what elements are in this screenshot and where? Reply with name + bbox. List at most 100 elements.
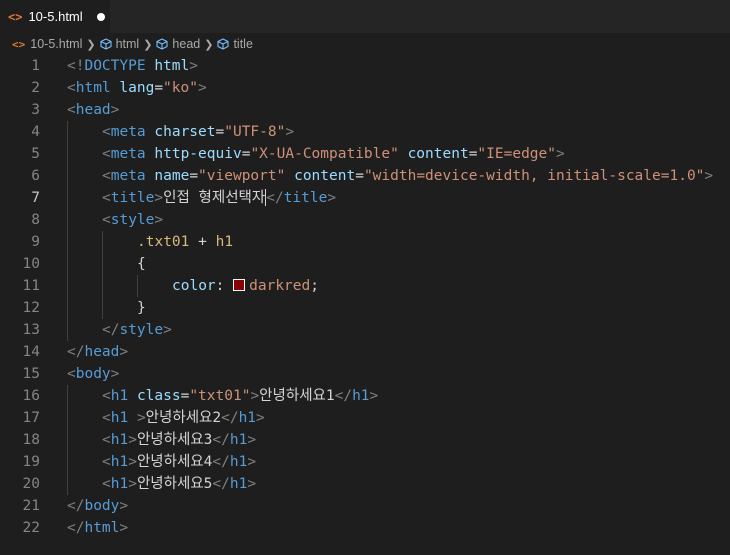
code-token: style [110,212,155,228]
indent-guide [137,275,138,297]
breadcrumb-label: html [115,37,140,51]
code-token: h1 [229,476,248,492]
code-token: > [154,212,164,228]
code-line[interactable]: 21 </body> [0,495,730,517]
code-token: 안녕하세요2 [145,410,222,426]
indent-guide [67,275,68,297]
unsaved-dot-icon[interactable] [96,12,105,21]
code-token: ; [310,278,319,294]
indent-guide [67,187,68,209]
code-token: > [128,432,137,448]
code-line[interactable]: 9 .txt01 + h1 [0,231,730,253]
code-line[interactable]: 14 </head> [0,341,730,363]
code-token: > [197,80,207,96]
code-content: } [137,297,146,319]
code-token: h1 [110,476,129,492]
code-line[interactable]: 22 </html> [0,517,730,539]
code-token: lang [119,80,155,96]
code-line[interactable]: 12} [0,297,730,319]
code-token: DOCTYPE [84,58,146,74]
breadcrumb-item-html[interactable]: html [100,37,140,51]
code-token: + [189,234,216,250]
code-line[interactable]: 20 <h1>안녕하세요5</h1> [0,473,730,495]
code-line[interactable]: 7 <title>인접 형제선택자</title> [0,187,730,209]
chevron-right-icon: ❯ [143,38,153,51]
code-token: head [84,344,120,360]
code-content: <h1>안녕하세요5</h1> [102,473,256,495]
code-content: </body> [67,495,128,517]
code-token: > [285,124,295,140]
code-content: <h1>안녕하세요3</h1> [102,429,256,451]
code-line[interactable]: 17 <h1 >안녕하세요2</h1> [0,407,730,429]
breadcrumb: <> 10-5.html ❯ html ❯ head ❯ title [0,33,730,55]
chevron-right-icon: ❯ [86,38,96,51]
tab-10-5-html[interactable]: <> 10-5.html [0,0,110,33]
code-line[interactable]: 16 <h1 class="txt01">안녕하세요1</h1> [0,385,730,407]
code-token: h1 [110,410,129,426]
code-token: meta [110,168,146,184]
code-content: <!DOCTYPE html> [67,55,198,77]
code-token: style [119,322,164,338]
code-line[interactable]: 3 <head> [0,99,730,121]
code-token: class [136,388,181,404]
line-number: 1 [31,58,40,74]
breadcrumb-item-file[interactable]: <> 10-5.html [0,37,82,51]
code-token: > [250,388,260,404]
line-number: 12 [22,300,40,316]
line-number: 21 [22,498,40,514]
code-line[interactable]: 8 <style> [0,209,730,231]
code-token: "viewport" [198,168,286,184]
line-number: 2 [31,80,40,96]
element-cube-icon [217,38,230,50]
breadcrumb-label: title [233,37,253,51]
code-content: <meta charset="UTF-8"> [102,121,294,143]
code-line[interactable]: 1 <!DOCTYPE html> [0,55,730,77]
code-editor[interactable]: 1 <!DOCTYPE html> 2 <html lang="ko"> 3 <head>… [0,55,730,555]
line-number: 7 [31,190,40,206]
code-line[interactable]: 11 color: darkred; [0,275,730,297]
code-content: <meta http-equiv="X-UA-Compatible" conte… [102,143,565,165]
color-swatch-icon[interactable] [233,278,246,291]
code-line[interactable]: 2 <html lang="ko"> [0,77,730,99]
code-line[interactable]: 10 { [0,253,730,275]
code-line[interactable]: 5 <meta http-equiv="X-UA-Compatible" cont… [0,143,730,165]
indent-guide [102,275,103,297]
code-token: < [102,410,111,426]
line-number: 5 [31,146,40,162]
code-content: <style> [102,209,163,231]
code-line[interactable]: 19 <h1>안녕하세요4</h1> [0,451,730,473]
breadcrumb-item-head[interactable]: head [156,37,200,51]
line-number: 6 [31,168,40,184]
code-token: 안녕하세요4 [136,454,213,470]
code-content: <body> [67,363,119,385]
code-token: : [215,278,234,294]
code-line[interactable]: 13 </style> [0,319,730,341]
line-number: 16 [22,388,40,404]
code-content: color: darkred; [172,275,319,297]
code-line[interactable]: 6 <meta name="viewport" content="width=de… [0,165,730,187]
line-number: 3 [31,102,40,118]
code-token: .txt01 [137,234,190,250]
code-token: } [137,300,146,316]
code-token: h1 [110,388,129,404]
code-line[interactable]: 15 <body> [0,363,730,385]
code-token: < [67,80,76,96]
code-token: html [75,80,111,96]
code-line[interactable]: 18 <h1>안녕하세요3</h1> [0,429,730,451]
code-line[interactable]: 4 <meta charset="UTF-8"> [0,121,730,143]
code-token: > [119,498,129,514]
code-token: { [137,256,146,272]
code-token: > [128,476,137,492]
code-token: content [407,146,469,162]
code-token: < [102,476,111,492]
indent-guide [67,209,68,231]
line-number: 9 [31,234,40,250]
line-number: 10 [22,256,40,272]
code-token: > [136,410,146,426]
code-token: charset [154,124,216,140]
breadcrumb-item-title[interactable]: title [217,37,253,51]
code-content: <h1 >안녕하세요2</h1> [102,407,265,429]
code-token: = [154,80,164,96]
code-token: h1 [229,432,248,448]
